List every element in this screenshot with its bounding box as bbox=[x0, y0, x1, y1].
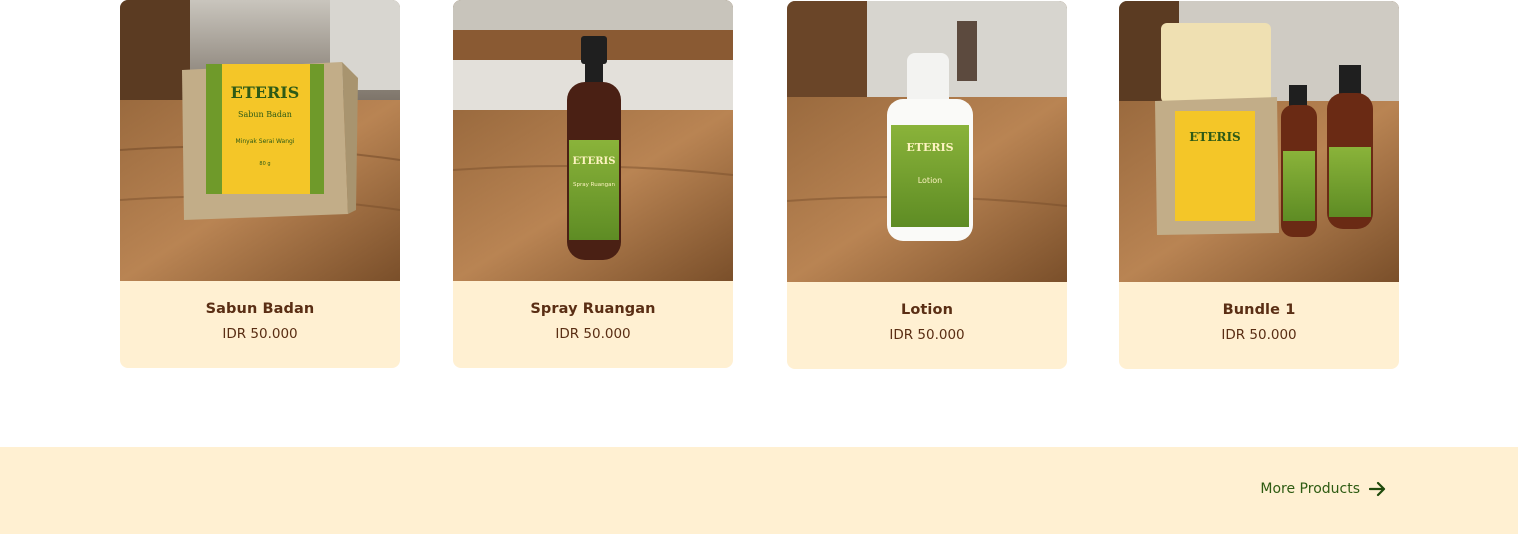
product-info: Sabun Badan IDR 50.000 bbox=[120, 281, 400, 368]
svg-text:ETERIS: ETERIS bbox=[231, 83, 300, 102]
svg-text:ETERIS: ETERIS bbox=[573, 156, 616, 167]
svg-text:Lotion: Lotion bbox=[918, 176, 943, 185]
product-info: Spray Ruangan IDR 50.000 bbox=[453, 281, 733, 368]
lotion-bottle-photo: ETERIS Lotion bbox=[787, 1, 1067, 282]
svg-text:Spray Ruangan: Spray Ruangan bbox=[573, 182, 615, 188]
more-products-label: More Products bbox=[1260, 481, 1360, 497]
bundle-photo: ETERIS bbox=[1119, 1, 1399, 282]
spray-bottle-photo: ETERIS Spray Ruangan bbox=[453, 0, 733, 281]
product-info: Bundle 1 IDR 50.000 bbox=[1119, 282, 1399, 369]
product-name: Spray Ruangan bbox=[530, 301, 656, 317]
product-card-bundle-1[interactable]: ETERIS Bundle 1 IDR 50.000 bbox=[1119, 1, 1399, 369]
product-info: Lotion IDR 50.000 bbox=[787, 282, 1067, 369]
svg-text:ETERIS: ETERIS bbox=[1189, 130, 1240, 144]
more-products-link[interactable]: More Products bbox=[1260, 481, 1386, 497]
arrow-right-icon bbox=[1368, 481, 1386, 497]
svg-text:80 g: 80 g bbox=[259, 161, 270, 167]
product-name: Lotion bbox=[901, 302, 953, 318]
product-card-sabun-badan[interactable]: ETERIS Sabun Badan Minyak Serai Wangi 80… bbox=[120, 0, 400, 368]
product-price: IDR 50.000 bbox=[1221, 327, 1297, 343]
product-card-spray-ruangan[interactable]: ETERIS Spray Ruangan Spray Ruangan IDR 5… bbox=[453, 0, 733, 368]
footer-band: More Products bbox=[0, 447, 1518, 534]
soap-box-photo: ETERIS Sabun Badan Minyak Serai Wangi 80… bbox=[120, 0, 400, 281]
product-name: Sabun Badan bbox=[205, 301, 315, 317]
svg-text:Minyak Serai Wangi: Minyak Serai Wangi bbox=[236, 138, 295, 145]
product-price: IDR 50.000 bbox=[889, 327, 965, 343]
product-card-lotion[interactable]: ETERIS Lotion Lotion IDR 50.000 bbox=[787, 1, 1067, 369]
svg-text:ETERIS: ETERIS bbox=[906, 141, 953, 154]
product-price: IDR 50.000 bbox=[555, 326, 631, 342]
svg-text:Sabun Badan: Sabun Badan bbox=[238, 110, 292, 119]
product-name: Bundle 1 bbox=[1222, 302, 1296, 318]
product-price: IDR 50.000 bbox=[222, 326, 298, 342]
